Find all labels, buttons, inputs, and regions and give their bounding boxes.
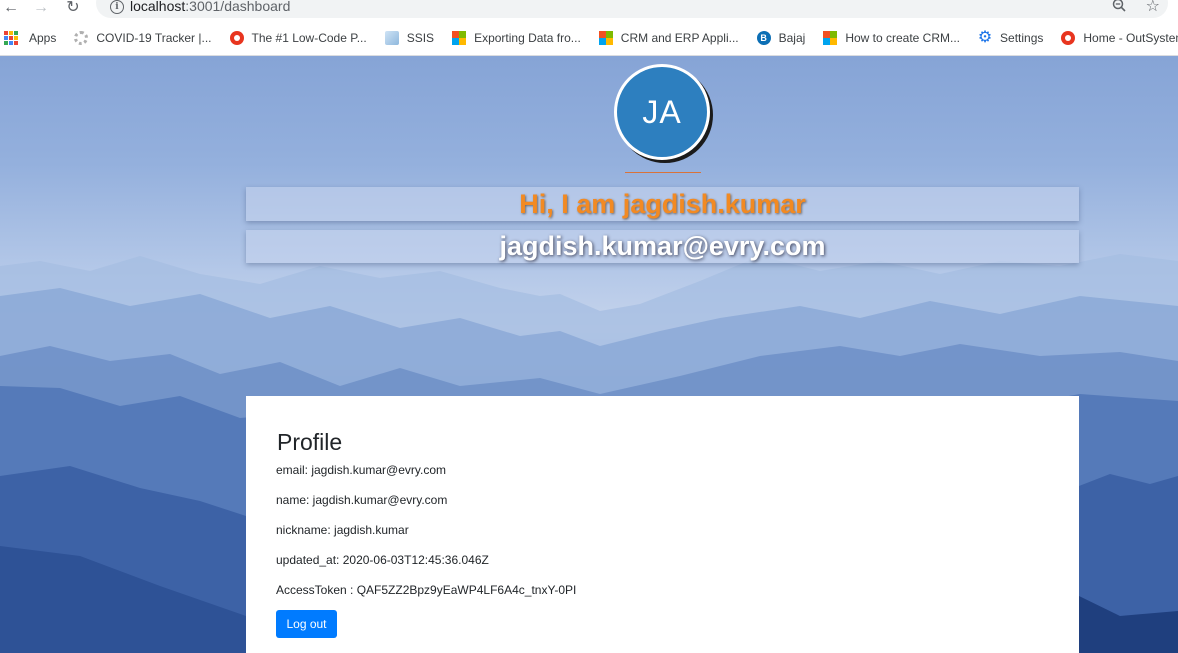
- bookmark-apps[interactable]: Apps: [4, 30, 57, 45]
- browser-toolbar: ← → ↻ i localhost:3001/dashboard ☆: [0, 0, 1178, 20]
- profile-nickname: nickname: jagdish.kumar: [276, 523, 409, 537]
- outsystems-icon: [1061, 30, 1076, 45]
- bookmark-label: SSIS: [406, 30, 435, 45]
- forward-arrow-icon[interactable]: →: [32, 0, 50, 16]
- zoom-icon[interactable]: [1112, 0, 1126, 12]
- header-email: jagdish.kumar@evry.com: [499, 231, 826, 261]
- bookmark-label: Apps: [29, 30, 57, 45]
- logout-button[interactable]: Log out: [276, 610, 337, 638]
- profile-name: name: jagdish.kumar@evry.com: [276, 493, 448, 507]
- bajaj-icon: B: [756, 30, 771, 45]
- bookmark-label: Exporting Data fro...: [474, 30, 581, 45]
- reload-icon[interactable]: ↻: [64, 0, 82, 16]
- back-arrow-icon[interactable]: ←: [2, 0, 20, 16]
- bookmark-label: CRM and ERP Appli...: [620, 30, 739, 45]
- ssis-icon: [384, 30, 399, 45]
- profile-card: Profile email: jagdish.kumar@evry.com na…: [246, 396, 1079, 653]
- avatar-underline: [625, 172, 701, 173]
- greeting-banner: Hi, I am jagdish.kumar: [246, 187, 1079, 221]
- bookmark-star-icon[interactable]: ☆: [1146, 0, 1160, 16]
- bookmark-label: Home - OutSystems: [1083, 30, 1178, 45]
- bookmarks-bar: Apps COVID-19 Tracker |... The #1 Low-Co…: [0, 20, 1178, 56]
- apps-grid-icon: [4, 30, 18, 45]
- bookmark-crm-erp[interactable]: CRM and ERP Appli...: [598, 30, 739, 45]
- bookmark-low-code[interactable]: The #1 Low-Code P...: [229, 30, 367, 45]
- bookmark-ssis[interactable]: SSIS: [384, 30, 435, 45]
- microsoft-icon: [598, 30, 613, 45]
- bookmark-create-crm[interactable]: How to create CRM...: [823, 30, 961, 45]
- profile-title: Profile: [277, 429, 343, 455]
- url-path: :3001/dashboard: [185, 0, 291, 14]
- profile-updated-at: updated_at: 2020-06-03T12:45:36.046Z: [276, 553, 489, 567]
- profile-access-token: AccessToken : QAF5ZZ2Bpz9yEaWP4LF6A4c_tn…: [276, 583, 577, 597]
- bookmark-label: The #1 Low-Code P...: [251, 30, 367, 45]
- dashboard-page: JA Hi, I am jagdish.kumar jagdish.kumar@…: [0, 56, 1178, 653]
- email-banner: jagdish.kumar@evry.com: [246, 230, 1079, 263]
- outsystems-icon: [229, 30, 244, 45]
- greeting-text: Hi, I am jagdish.kumar: [519, 188, 806, 219]
- bookmark-outsystems-home[interactable]: Home - OutSystems: [1061, 30, 1178, 45]
- bookmark-exporting-data[interactable]: Exporting Data fro...: [452, 30, 581, 45]
- bookmark-label: Settings: [1000, 30, 1044, 45]
- bookmark-bajaj[interactable]: B Bajaj: [756, 30, 806, 45]
- bookmark-settings[interactable]: ⚙ Settings: [977, 28, 1044, 46]
- microsoft-icon: [452, 30, 467, 45]
- microsoft-icon: [823, 30, 838, 45]
- url-text[interactable]: localhost:3001/dashboard: [130, 0, 290, 14]
- bookmark-label: How to create CRM...: [845, 30, 961, 45]
- avatar: JA: [614, 64, 710, 160]
- profile-email: email: jagdish.kumar@evry.com: [276, 463, 447, 477]
- gear-icon: ⚙: [977, 28, 993, 46]
- url-host: localhost: [130, 0, 186, 14]
- bookmark-label: Bajaj: [778, 30, 806, 45]
- info-icon[interactable]: i: [110, 0, 124, 14]
- covid-icon: [74, 30, 89, 45]
- bookmark-label: COVID-19 Tracker |...: [96, 30, 212, 45]
- bookmark-covid[interactable]: COVID-19 Tracker |...: [74, 30, 212, 45]
